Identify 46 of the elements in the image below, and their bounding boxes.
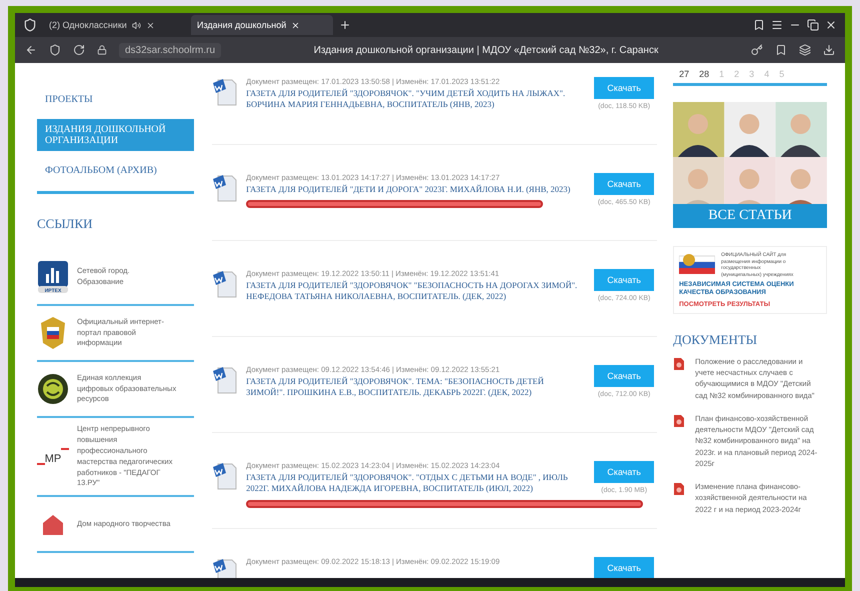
close-icon[interactable] <box>146 20 155 30</box>
speaker-icon[interactable] <box>132 20 141 30</box>
document-icon <box>212 173 238 203</box>
document-icon <box>673 481 686 496</box>
document-icon <box>212 77 238 107</box>
flag-icon <box>679 252 716 276</box>
bookmark-icon[interactable] <box>753 19 765 31</box>
shield-icon[interactable] <box>49 44 61 56</box>
document-title[interactable]: ГАЗЕТА ДЛЯ РОДИТЕЛЕЙ "ЗДОРОВЯЧОК" "БЕЗОПАСНОСТЬ НА ДОРОГАХ ЗИМОЙ". НЕФЕДОВА ТАТЬЯНА НИКОЛАЕВНА, ВОСПИТАТЕЛЬ. (ДЕК, 2022) <box>246 280 584 303</box>
document-icon <box>673 412 686 428</box>
section-heading: ДОКУМЕНТЫ <box>673 332 758 348</box>
lock-icon[interactable] <box>97 45 107 55</box>
menu-icon[interactable] <box>771 19 783 31</box>
menu-item[interactable]: ФОТОАЛЬБОМ (АРХИВ) <box>37 157 194 184</box>
bookmark-icon[interactable] <box>775 44 787 56</box>
document-title[interactable]: ГАЗЕТА ДЛЯ РОДИТЕЛЕЙ "ЗДОРОВЯЧОК". "УЧИМ ДЕТЕЙ ХОДИТЬ НА ЛЫЖАХ". БОРЧИНА МАРИЯ ГЕННАДЬЕВНА, ВОСПИТАТЕЛЬ (ЯНВ, 2023) <box>246 88 584 111</box>
document-title[interactable]: ГАЗЕТА ДЛЯ РОДИТЕЛЕЙ "ЗДОРОВЯЧОК". ТЕМА: "БЕЗОПАСНОСТЬ ДЕТЕЙ ЗИМОЙ!". ПРОШКИНА Е.В., ВОСПИТАТЕЛЬ. ДЕКАБРЬ 2022Г. (ДЕК, 2022) <box>246 376 584 399</box>
calendar-day[interactable]: 28 <box>699 69 710 79</box>
restore-icon[interactable] <box>807 19 819 31</box>
document-icon <box>212 557 238 578</box>
document-title[interactable]: ГАЗЕТА ДЛЯ РОДИТЕЛЕЙ "ЗДОРОВЯЧОК". "ОТДЫХ С ДЕТЬМИ НА ВОДЕ" , ИЮЛЬ 2022Г. МИХАЙЛОВА НАДЕЖДА ИГОРЕВНА, ВОСПИТАТЕЛЬ (ИЮЛ, 2022) <box>246 472 584 495</box>
document-icon <box>212 461 238 491</box>
browser-tab[interactable]: (2) Одноклассники <box>43 15 185 35</box>
section-heading: ССЫЛКИ <box>37 216 94 232</box>
close-icon[interactable] <box>291 20 300 30</box>
document-title[interactable]: ГАЗЕТА ДЛЯ РОДИТЕЛЕЙ "ДЕТИ И ДОРОГА" 2023Г. МИХАЙЛОВА Н.И. (ЯНВ, 2023) <box>246 184 584 196</box>
menu-item[interactable]: ПРОЕКТЫ <box>37 86 194 113</box>
download-icon[interactable] <box>823 44 835 56</box>
browser-tab[interactable]: Издания дошкольной <box>191 15 333 35</box>
key-icon[interactable] <box>751 44 763 56</box>
page-title: Издания дошкольной организации | МДОУ «Детский сад №32», г. Саранск <box>312 44 660 56</box>
calendar-day[interactable]: 27 <box>679 69 690 79</box>
tab-title: Издания дошкольной <box>197 20 286 30</box>
document-icon <box>212 365 238 395</box>
all-articles-button[interactable]: ВСЕ СТАТЬИ <box>673 204 828 228</box>
address-field[interactable]: ds32sar.schoolrm.ru <box>119 42 222 58</box>
reload-icon[interactable] <box>73 44 85 56</box>
layers-icon[interactable] <box>799 44 811 56</box>
close-icon[interactable] <box>825 19 837 31</box>
emblem-icon <box>37 372 69 406</box>
tab-title: (2) Одноклассники <box>49 20 127 30</box>
document-icon <box>673 356 686 371</box>
document-icon <box>212 269 238 299</box>
menu-item[interactable]: ИЗДАНИЯ ДОШКОЛЬНОЙ ОРГАНИЗАЦИИ <box>37 119 194 151</box>
new-tab-icon[interactable] <box>339 19 351 31</box>
back-icon[interactable] <box>25 44 37 56</box>
